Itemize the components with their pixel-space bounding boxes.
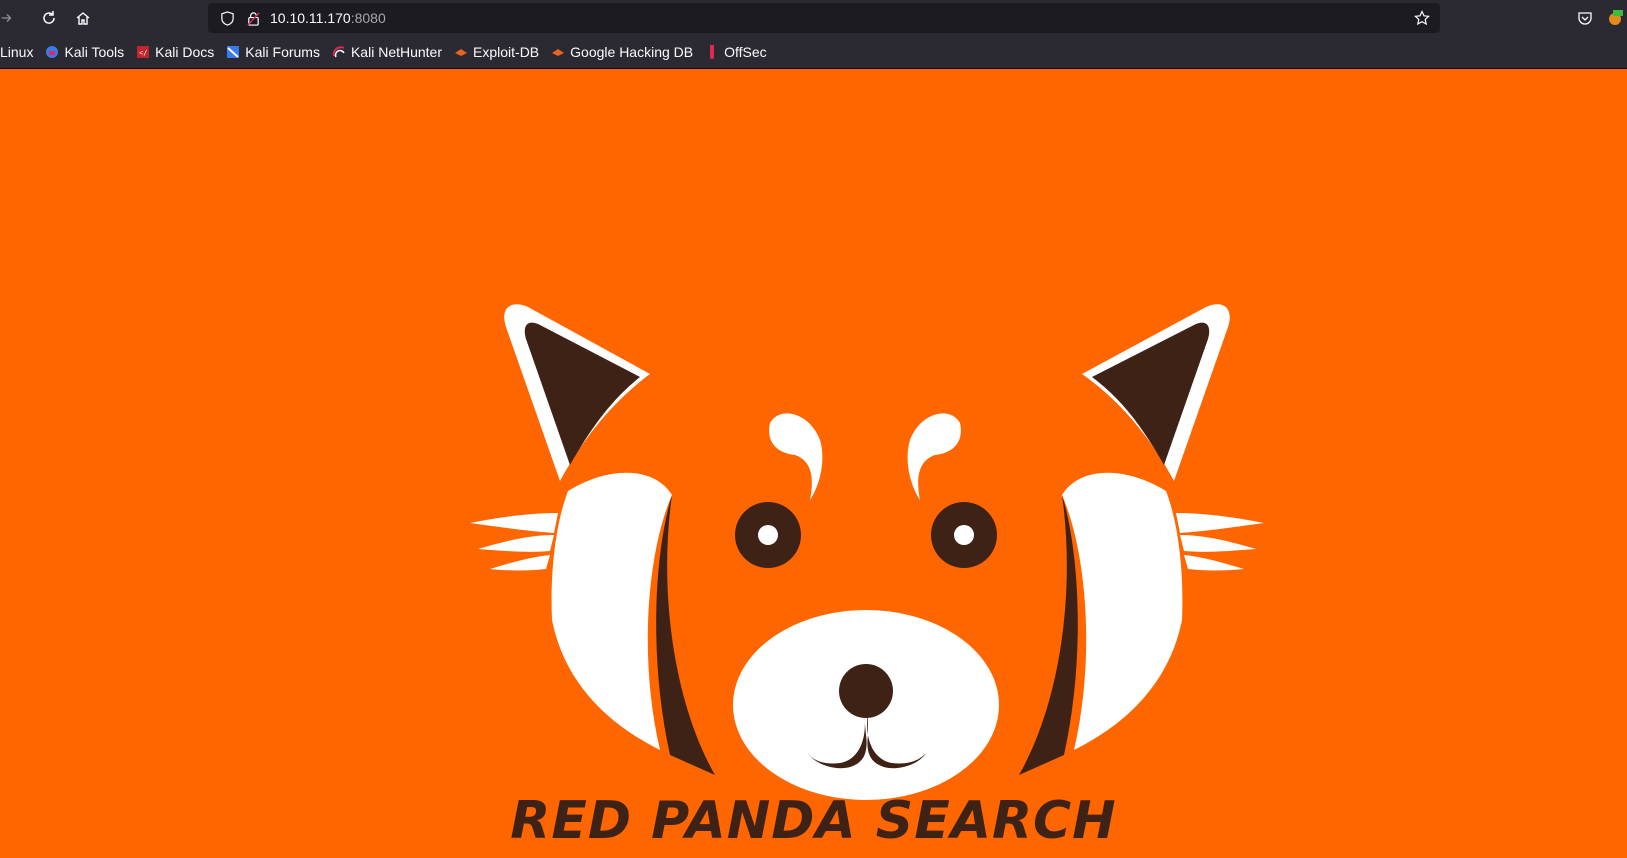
kali-forums-icon: [227, 46, 240, 58]
bookmark-kali-nethunter[interactable]: Kali NetHunter: [332, 44, 442, 60]
pocket-button[interactable]: [1567, 3, 1603, 33]
forward-arrow-icon: [1, 14, 12, 22]
home-button[interactable]: [68, 3, 98, 33]
shield-icon[interactable]: [218, 9, 236, 27]
bookmark-exploit-db[interactable]: Exploit-DB: [454, 44, 539, 60]
svg-text:</: </: [139, 49, 147, 57]
home-icon: [76, 12, 90, 25]
bookmarks-toolbar: Linux Kali Tools </ Kali Docs Kali Forum…: [0, 36, 1627, 69]
reload-button[interactable]: [34, 3, 64, 33]
bookmark-offsec[interactable]: OffSec: [705, 44, 767, 60]
page-title: RED PANDA SEARCH: [510, 791, 1117, 851]
nethunter-icon: [332, 46, 345, 58]
bookmark-kali-tools[interactable]: Kali Tools: [45, 44, 124, 60]
reload-icon: [43, 11, 55, 24]
bookmark-star-icon[interactable]: [1414, 10, 1430, 26]
forward-button[interactable]: [0, 3, 14, 33]
insecure-lock-icon[interactable]: [244, 9, 262, 27]
exploit-db-icon: [455, 49, 468, 56]
url-host: 10.10.11.170: [270, 10, 351, 26]
kali-tools-icon: [46, 46, 59, 58]
pocket-icon: [1578, 12, 1592, 25]
kali-docs-icon: </: [137, 46, 150, 58]
browser-toolbar: 10.10.11.170:8080: [0, 0, 1627, 36]
url-bar[interactable]: 10.10.11.170:8080: [208, 3, 1440, 33]
page-content: RED PANDA SEARCH: [0, 69, 1627, 858]
bookmark-google-hacking-db[interactable]: Google Hacking DB: [551, 44, 693, 60]
red-panda-logo: [470, 304, 1264, 800]
ghdb-icon: [552, 49, 565, 56]
bookmark-kali-docs[interactable]: </ Kali Docs: [136, 44, 214, 60]
offsec-icon: [710, 45, 715, 59]
burp-extension-button[interactable]: [1603, 3, 1627, 33]
bookmark-linux[interactable]: Linux: [0, 44, 33, 60]
bookmark-kali-forums[interactable]: Kali Forums: [226, 44, 320, 60]
url-port: :8080: [350, 10, 386, 26]
burp-extension-icon: [1609, 10, 1623, 25]
